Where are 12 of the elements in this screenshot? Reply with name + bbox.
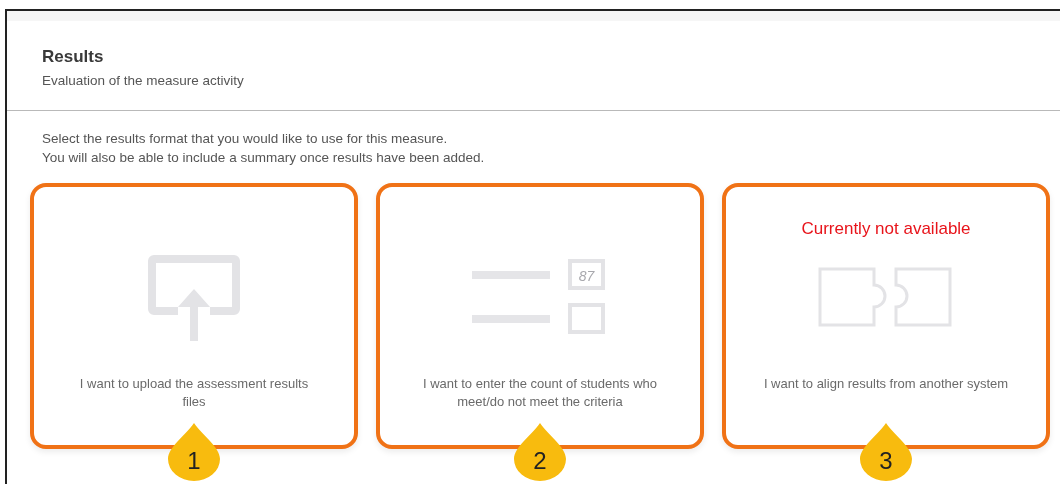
section-subtitle: Evaluation of the measure activity xyxy=(42,73,245,88)
sample-value: 87 xyxy=(578,268,595,284)
option-card[interactable]: Currently not available I want to align results from another system xyxy=(722,183,1050,449)
section-title: Results xyxy=(42,47,105,67)
option-label: I want to enter the count of students who meet/do not meet the criteria xyxy=(421,375,659,411)
option-card[interactable]: I want to upload the assessment results files xyxy=(30,183,358,449)
option-label: I want to upload the assessment results files xyxy=(78,375,310,411)
instruction-text: You will also be able to include a summary once results have been added. xyxy=(42,149,486,167)
option-card[interactable]: 87 I want to enter the count of students who meet/do not meet the criteria xyxy=(376,183,704,449)
option-label: I want to align results from another system xyxy=(763,375,1009,393)
availability-notice: Currently not available xyxy=(801,219,971,240)
instruction-text: Select the results format that you would like to use for this measure. xyxy=(42,130,449,148)
